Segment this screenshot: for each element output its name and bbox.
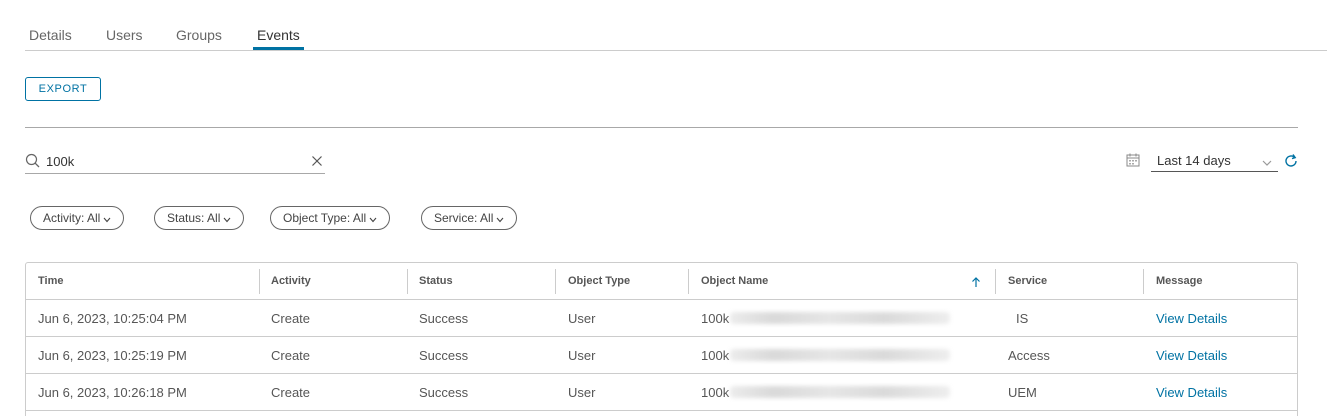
column-header-activity[interactable]: Activity [271, 275, 311, 287]
object-name-text: 100k [701, 348, 730, 363]
redacted-text [730, 349, 951, 361]
section-divider [25, 127, 1298, 128]
filter-service-label: Service: All [434, 211, 494, 225]
table-row: Jun 6, 2023, 10:25:19 PM Create Success … [26, 337, 1297, 374]
column-header-service[interactable]: Service [1008, 275, 1047, 287]
events-page: Details Users Groups Events EXPORT Last … [0, 0, 1328, 416]
search-input[interactable] [46, 150, 301, 172]
search-icon [25, 153, 41, 174]
chevron-down-icon [1262, 155, 1272, 170]
column-divider[interactable] [995, 269, 996, 294]
column-divider[interactable] [1143, 269, 1144, 294]
tab-events[interactable]: Events [253, 26, 304, 50]
cell-object-name: 100k [701, 385, 951, 400]
date-range-value: Last 14 days [1157, 153, 1231, 168]
column-divider[interactable] [407, 269, 408, 294]
cell-activity: Create [271, 348, 311, 363]
column-header-status[interactable]: Status [419, 275, 453, 287]
filter-activity[interactable]: Activity: All [30, 206, 125, 230]
cell-time: Jun 6, 2023, 10:25:19 PM [38, 348, 187, 363]
tab-bar: Details Users Groups Events [25, 0, 1327, 51]
cell-object-type: User [568, 348, 596, 363]
tab-users[interactable]: Users [102, 26, 147, 50]
cell-object-type: User [568, 385, 596, 400]
object-name-text: 100k [701, 385, 730, 400]
filter-object-type-label: Object Type: All [283, 211, 367, 225]
cell-object-name: 100k [701, 311, 951, 326]
redacted-text [730, 386, 951, 398]
view-details-link[interactable]: View Details [1156, 311, 1227, 326]
filter-object-type[interactable]: Object Type: All [270, 206, 391, 230]
calendar-icon [1126, 153, 1140, 172]
sort-ascending-icon[interactable] [971, 275, 981, 293]
cell-status: Success [419, 348, 469, 363]
filter-activity-label: Activity: All [43, 211, 101, 225]
filter-status[interactable]: Status: All [154, 206, 245, 230]
redacted-text [730, 312, 951, 324]
cell-activity: Create [271, 385, 311, 400]
clear-search-icon[interactable] [311, 154, 323, 172]
cell-time: Jun 6, 2023, 10:26:18 PM [38, 385, 187, 400]
chevron-down-icon [223, 212, 231, 226]
cell-object-name: 100k [701, 348, 951, 363]
cell-service: UEM [1008, 385, 1037, 400]
column-header-message[interactable]: Message [1156, 275, 1202, 287]
cell-service: IS [1016, 311, 1029, 326]
chevron-down-icon [103, 212, 111, 226]
column-divider[interactable] [688, 269, 689, 294]
cell-time: Jun 6, 2023, 10:25:04 PM [38, 311, 187, 326]
table-header: Time Activity Status Object Type Object … [26, 263, 1297, 300]
export-button[interactable]: EXPORT [25, 77, 101, 101]
object-name-text: 100k [701, 311, 730, 326]
view-details-link[interactable]: View Details [1156, 385, 1227, 400]
column-header-time[interactable]: Time [38, 275, 63, 287]
cell-status: Success [419, 385, 469, 400]
cell-object-type: User [568, 311, 596, 326]
table-row: Jun 6, 2023, 10:25:04 PM Create Success … [26, 300, 1297, 337]
view-details-link[interactable]: View Details [1156, 348, 1227, 363]
events-table: Time Activity Status Object Type Object … [25, 262, 1298, 416]
cell-activity: Create [271, 311, 311, 326]
filter-service[interactable]: Service: All [421, 206, 518, 230]
filter-status-label: Status: All [167, 211, 221, 225]
chevron-down-icon [369, 212, 377, 226]
column-divider[interactable] [555, 269, 556, 294]
date-range-select[interactable]: Last 14 days [1151, 150, 1278, 172]
tab-details[interactable]: Details [25, 26, 76, 50]
cell-service: Access [1008, 348, 1050, 363]
refresh-icon[interactable] [1283, 153, 1299, 174]
table-row: Jun 6, 2023, 10:26:18 PM Create Success … [26, 374, 1297, 411]
search-field [25, 150, 325, 174]
column-divider[interactable] [259, 269, 260, 294]
column-header-object-type[interactable]: Object Type [568, 275, 630, 287]
chevron-down-icon [496, 212, 504, 226]
column-header-object-name[interactable]: Object Name [701, 275, 768, 287]
cell-status: Success [419, 311, 469, 326]
tab-groups[interactable]: Groups [172, 26, 226, 50]
